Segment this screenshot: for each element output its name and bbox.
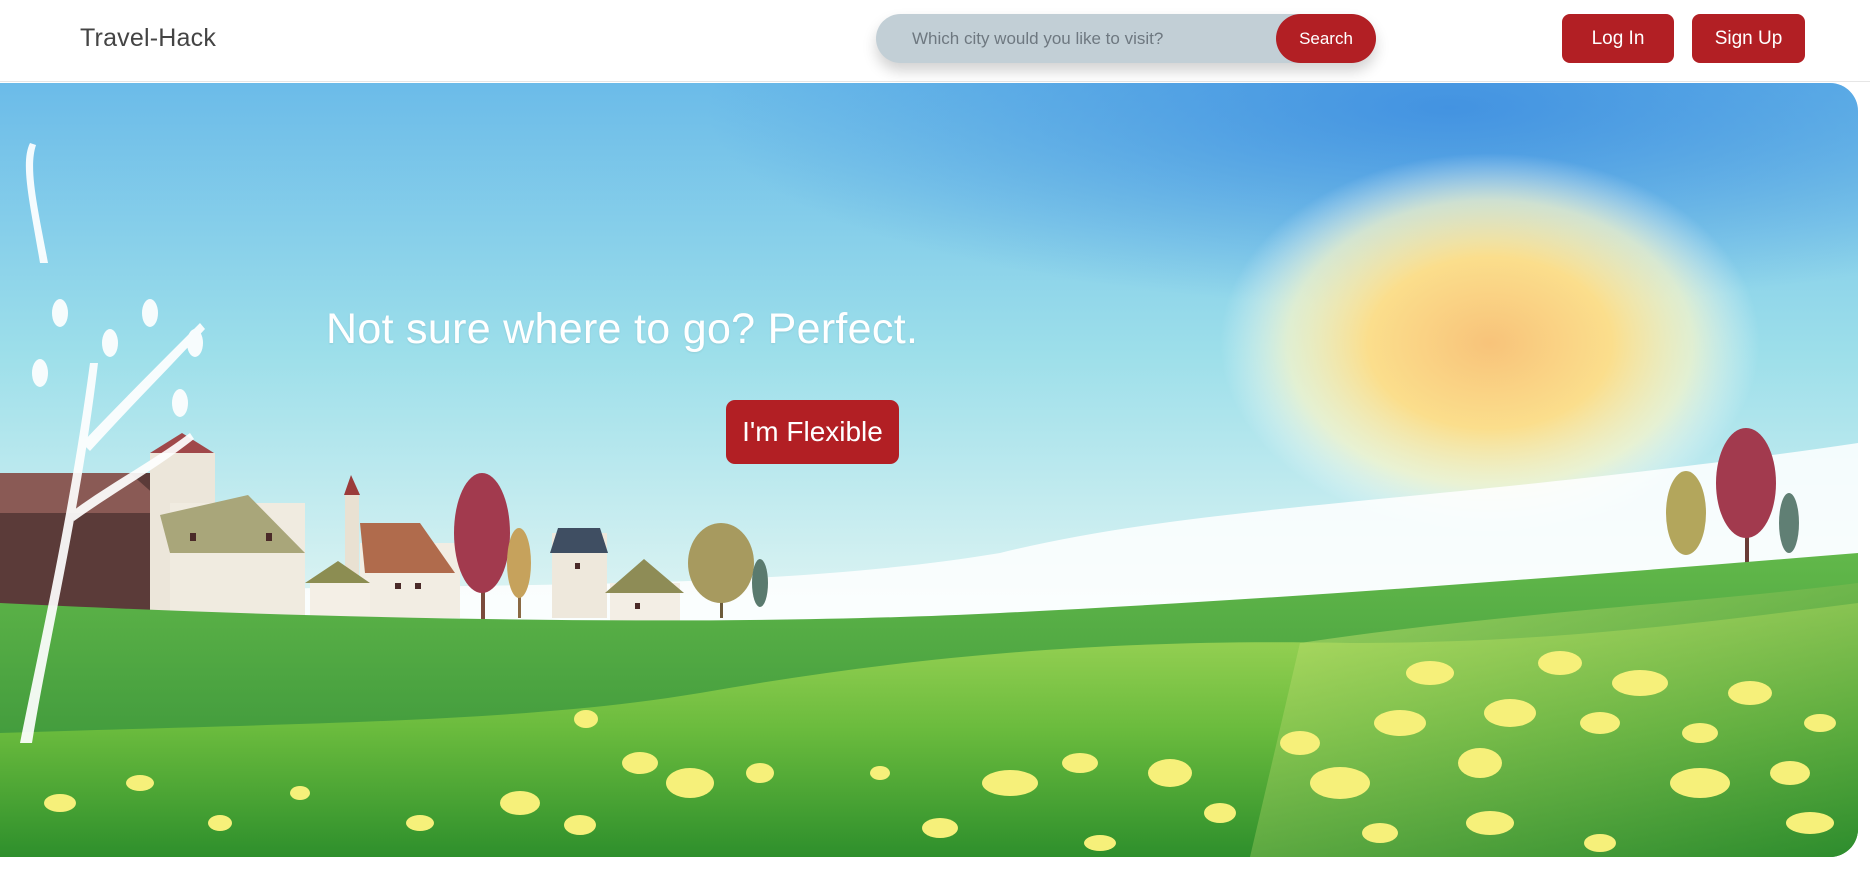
- hero-title: Not sure where to go? Perfect.: [326, 305, 919, 353]
- search-button[interactable]: Search: [1276, 14, 1376, 63]
- signup-button[interactable]: Sign Up: [1692, 14, 1805, 63]
- login-button[interactable]: Log In: [1562, 14, 1674, 63]
- city-search-input[interactable]: [912, 14, 1272, 63]
- brand-logo-text[interactable]: Travel-Hack: [80, 24, 216, 53]
- top-nav: Travel-Hack Search Log In Sign Up: [0, 0, 1870, 82]
- hero-landscape-illustration: [0, 83, 1858, 857]
- hero-banner: Not sure where to go? Perfect. I'm Flexi…: [0, 83, 1858, 857]
- city-search-bar: Search: [876, 14, 1376, 63]
- im-flexible-button[interactable]: I'm Flexible: [726, 400, 899, 464]
